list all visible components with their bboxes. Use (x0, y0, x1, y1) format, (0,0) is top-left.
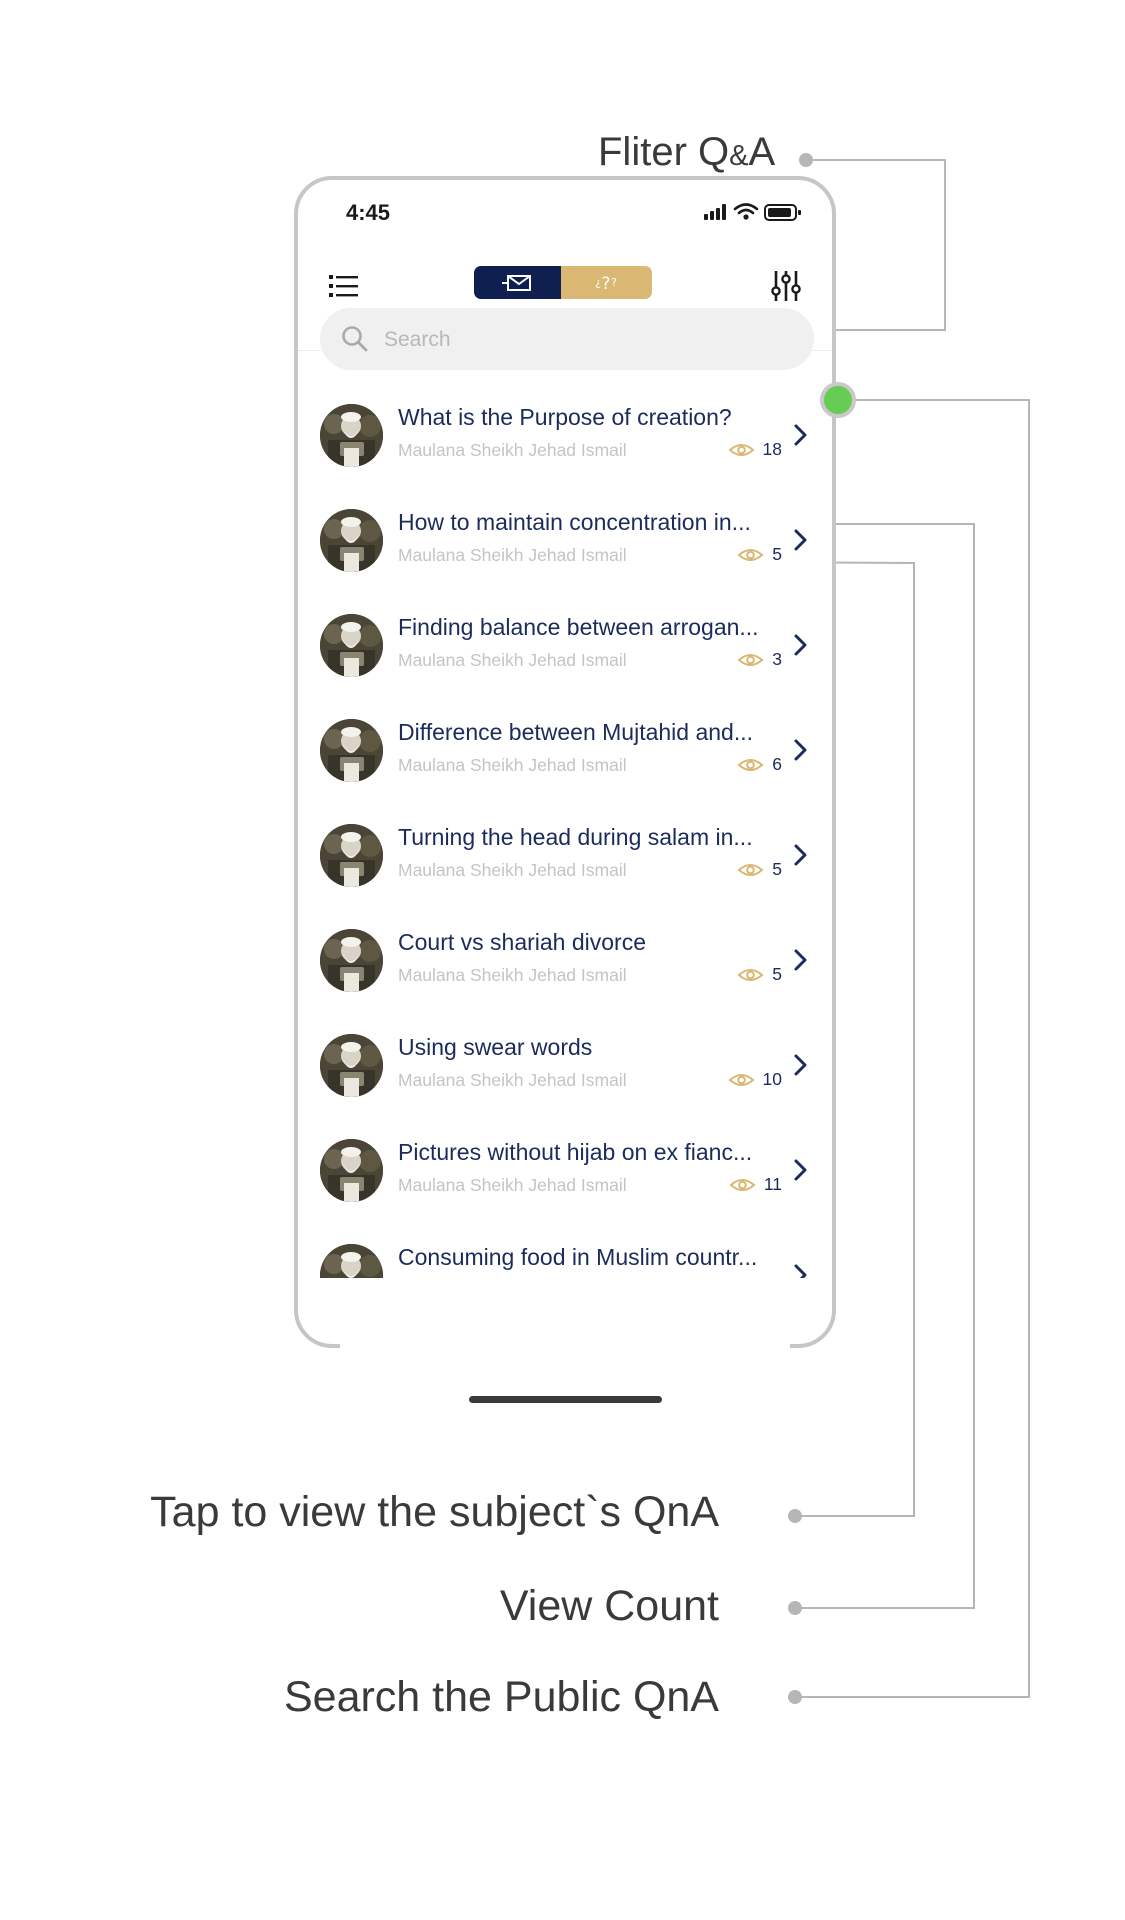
filter-annotation: Fliter Q&A (598, 130, 776, 174)
qna-author: Maulana Sheikh Jehad Ismail (398, 545, 627, 565)
view-count: 5 (772, 964, 782, 984)
qna-title: What is the Purpose of creation? (398, 404, 732, 430)
qna-title: Consuming food in Muslim countr... (398, 1244, 758, 1270)
view-count-group: 11 (729, 1174, 782, 1195)
menu-button[interactable] (324, 266, 364, 306)
qna-tab[interactable]: ? ¿ ? (561, 266, 652, 299)
view-count: 11 (763, 1174, 782, 1194)
mode-toggle: ? ¿ ? (474, 266, 652, 299)
search-bar (320, 308, 814, 370)
eye-icon (729, 1178, 756, 1191)
chevron-right-icon (794, 1159, 807, 1181)
avatar (320, 1139, 383, 1202)
qna-author: Maulana Sheikh Jehad Ismail (398, 650, 627, 670)
eye-icon (737, 968, 764, 981)
view-count: 3 (772, 649, 782, 669)
mail-icon (502, 275, 531, 291)
status-time: 4:45 (346, 200, 391, 225)
eye-icon (737, 548, 764, 561)
svg-text:?: ? (611, 276, 617, 289)
avatar (320, 1244, 383, 1278)
qna-title: How to maintain concentration in... (398, 509, 751, 535)
view-count: 5 (772, 544, 782, 564)
view-count-group: 18 (728, 439, 782, 460)
view-count-group: 5 (737, 859, 782, 880)
qna-title: Pictures without hijab on ex fianc... (398, 1139, 753, 1165)
view-count-annotation: View Count (499, 1582, 719, 1630)
mail-tab[interactable] (474, 266, 561, 299)
eye-icon (737, 653, 764, 666)
chevron-right-icon (794, 739, 807, 761)
qna-row[interactable]: Court vs shariah divorce Maulana Sheikh … (298, 915, 832, 1020)
search-annotation: Search the Public QnA (283, 1673, 719, 1721)
tap-annotation: Tap to view the subject`s QnA (150, 1488, 719, 1536)
qna-author: Maulana Sheikh Jehad Ismail (398, 860, 627, 880)
view-count-group: 3 (737, 649, 782, 670)
avatar (320, 614, 383, 677)
view-count: 6 (772, 754, 782, 774)
qna-author: Maulana Sheikh Jehad Ismail (398, 965, 627, 985)
eye-icon (728, 443, 755, 456)
chevron-right-icon (794, 1264, 807, 1278)
chevron-right-icon (794, 529, 807, 551)
search-input[interactable] (382, 320, 786, 360)
phone-bottom-gap (340, 1335, 790, 1355)
list-menu-icon (329, 275, 358, 297)
qna-row[interactable]: Pictures without hijab on ex fianc... Ma… (298, 1125, 832, 1230)
status-icons (704, 200, 804, 229)
qna-title: Difference between Mujtahid and... (398, 719, 754, 745)
phone-frame: 4:45 ? ¿ ? Search What is the Purpose of… (294, 176, 836, 1348)
qna-title: Finding balance between arrogan... (398, 614, 759, 640)
sliders-icon (771, 271, 801, 301)
qna-row[interactable]: Finding balance between arrogan... Maula… (298, 600, 832, 705)
filter-button[interactable] (766, 266, 806, 306)
view-count-group: 10 (728, 1069, 782, 1090)
wifi-icon (733, 203, 759, 215)
avatar (320, 1034, 383, 1097)
signal-icon (704, 204, 726, 220)
eye-icon (737, 863, 764, 876)
qna-author: Maulana Sheikh Jehad Ismail (398, 1175, 627, 1195)
chevron-right-icon (794, 424, 807, 446)
qna-row[interactable]: Difference between Mujtahid and... Maula… (298, 705, 832, 810)
qna-author: Maulana Sheikh Jehad Ismail (398, 1070, 627, 1090)
svg-text:?: ? (601, 274, 610, 294)
home-indicator (469, 1396, 662, 1403)
view-count: 5 (772, 859, 782, 879)
chevron-right-icon (794, 634, 807, 656)
avatar (320, 929, 383, 992)
qna-title: Court vs shariah divorce (398, 929, 646, 955)
question-icon: ? ¿ ? (595, 274, 617, 294)
chevron-right-icon (794, 844, 807, 866)
battery-icon (764, 204, 801, 221)
qna-row[interactable]: Turning the head during salam in... Maul… (298, 810, 832, 915)
avatar (320, 509, 383, 572)
qna-list: What is the Purpose of creation? Maulana… (298, 390, 832, 1278)
qna-row[interactable]: Using swear words Maulana Sheikh Jehad I… (298, 1020, 832, 1125)
view-count-group: 5 (737, 964, 782, 985)
qna-title: Turning the head during salam in... (398, 824, 753, 850)
avatar (320, 824, 383, 887)
qna-author: Maulana Sheikh Jehad Ismail (398, 440, 627, 460)
qna-title: Using swear words (398, 1034, 593, 1060)
svg-text:¿: ¿ (595, 276, 601, 289)
view-count: 10 (762, 1069, 782, 1089)
qna-author: Maulana Sheikh Jehad Ismail (398, 755, 627, 775)
view-count-group: 6 (737, 754, 782, 775)
eye-icon (728, 1073, 755, 1086)
avatar (320, 404, 383, 467)
avatar (320, 719, 383, 782)
qna-row[interactable]: What is the Purpose of creation? Maulana… (298, 390, 832, 495)
view-count: 18 (762, 439, 782, 459)
chevron-right-icon (794, 949, 807, 971)
chevron-right-icon (794, 1054, 807, 1076)
search-icon (342, 326, 368, 352)
view-count-group: 5 (737, 544, 782, 565)
eye-icon (737, 758, 764, 771)
qna-row[interactable]: Consuming food in Muslim countr... Maula… (298, 1230, 832, 1278)
qna-row[interactable]: How to maintain concentration in... Maul… (298, 495, 832, 600)
